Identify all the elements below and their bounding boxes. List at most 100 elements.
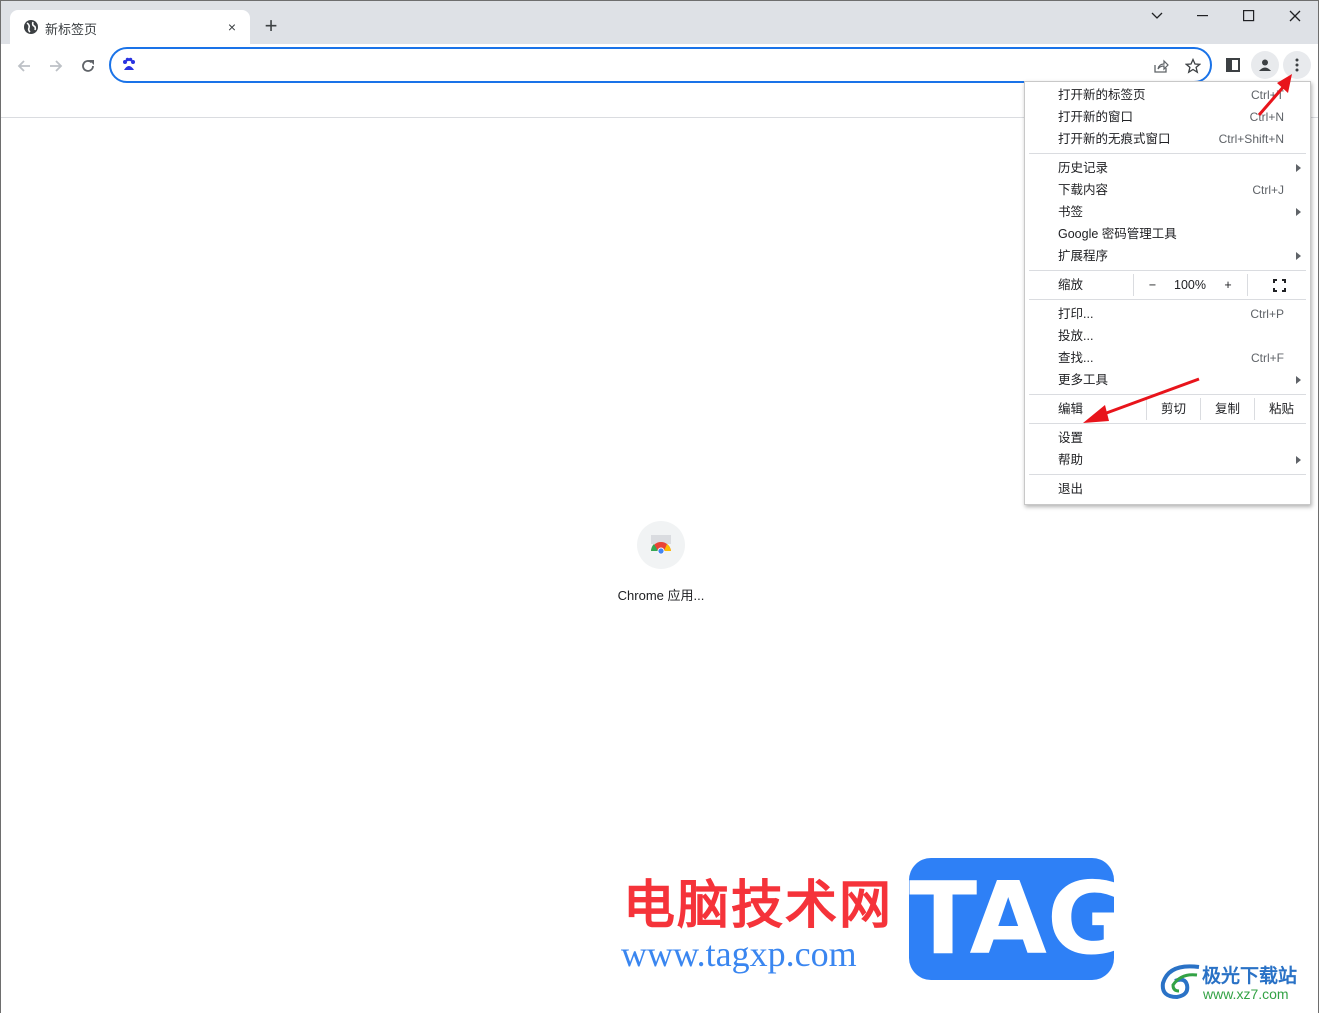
menu-item-shortcut: Ctrl+F [1251, 351, 1284, 365]
menu-item-print[interactable]: 打印... Ctrl+P [1025, 303, 1310, 325]
menu-item-extensions[interactable]: 扩展程序 [1025, 245, 1310, 267]
xz7-url: www.xz7.com [1203, 986, 1289, 1002]
back-button[interactable] [10, 52, 38, 80]
tab-close-button[interactable]: × [222, 17, 242, 37]
menu-separator [1029, 474, 1306, 475]
cut-button[interactable]: 剪切 [1146, 398, 1200, 420]
close-window-button[interactable] [1272, 1, 1318, 31]
side-panel-button[interactable] [1219, 51, 1247, 79]
watermark-site-url: www.tagxp.com [621, 934, 857, 974]
menu-item-shortcut: Ctrl+J [1252, 183, 1284, 197]
edit-row: 编辑 剪切 复制 粘贴 [1025, 398, 1310, 420]
menu-item-label: 打开新的窗口 [1058, 110, 1134, 124]
zoom-in-button[interactable]: + [1209, 274, 1247, 296]
menu-item-label: 退出 [1058, 482, 1084, 496]
tab-title: 新标签页 [45, 22, 98, 37]
close-icon [1289, 10, 1301, 22]
xz7-name: 极光下载站 [1202, 966, 1298, 987]
reload-button[interactable] [74, 52, 102, 80]
submenu-arrow-icon [1296, 208, 1301, 216]
chrome-web-store-icon [651, 535, 671, 555]
chrome-menu-button[interactable] [1283, 51, 1311, 79]
chevron-down-icon [1151, 12, 1163, 19]
menu-item-password-manager[interactable]: Google 密码管理工具 [1025, 223, 1310, 245]
menu-item-downloads[interactable]: 下载内容 Ctrl+J [1025, 179, 1310, 201]
menu-item-shortcut: Ctrl+Shift+N [1218, 132, 1284, 146]
menu-item-label: 下载内容 [1058, 183, 1109, 197]
share-button[interactable] [1151, 56, 1171, 76]
menu-item-help[interactable]: 帮助 [1025, 449, 1310, 471]
profile-button[interactable] [1251, 51, 1279, 79]
menu-item-label: 书签 [1058, 205, 1084, 219]
arrow-left-icon [17, 60, 30, 72]
globe-icon [24, 20, 38, 34]
menu-item-label: 查找... [1058, 351, 1094, 365]
menu-item-label: 历史记录 [1058, 161, 1109, 175]
menu-item-label: 帮助 [1058, 453, 1084, 467]
menu-item-new-incognito-window[interactable]: 打开新的无痕式窗口 Ctrl+Shift+N [1025, 128, 1310, 150]
toolbar [1, 44, 1318, 86]
menu-item-new-tab[interactable]: 打开新的标签页 Ctrl+T [1025, 84, 1310, 106]
address-bar[interactable] [109, 47, 1212, 83]
xz7-watermark: 极光下载站 www.xz7.com [1159, 959, 1314, 1004]
menu-item-more-tools[interactable]: 更多工具 [1025, 369, 1310, 391]
menu-item-cast[interactable]: 投放... [1025, 325, 1310, 347]
menu-item-history[interactable]: 历史记录 [1025, 157, 1310, 179]
menu-item-label: 打开新的标签页 [1058, 88, 1146, 102]
new-tab-button[interactable]: + [259, 13, 283, 38]
menu-item-label: 设置 [1058, 431, 1084, 445]
share-icon [1154, 59, 1169, 73]
side-panel-icon [1226, 58, 1240, 72]
submenu-arrow-icon [1296, 164, 1301, 172]
maximize-button[interactable] [1226, 1, 1272, 31]
menu-item-bookmarks[interactable]: 书签 [1025, 201, 1310, 223]
forward-button[interactable] [42, 52, 70, 80]
menu-separator [1029, 270, 1306, 271]
menu-item-label: 扩展程序 [1058, 249, 1109, 263]
menu-separator [1029, 153, 1306, 154]
menu-item-settings[interactable]: 设置 [1025, 427, 1310, 449]
watermark-tag-logo: TAG [909, 858, 1129, 980]
menu-separator [1029, 299, 1306, 300]
star-icon [1185, 58, 1201, 74]
more-vert-icon [1295, 58, 1299, 72]
copy-button[interactable]: 复制 [1200, 398, 1254, 420]
menu-item-find[interactable]: 查找... Ctrl+F [1025, 347, 1310, 369]
baidu-paw-icon [123, 57, 135, 70]
avatar-icon [1259, 59, 1271, 71]
menu-item-shortcut: Ctrl+T [1251, 88, 1284, 102]
address-input[interactable] [145, 53, 1125, 77]
fullscreen-icon [1272, 278, 1286, 292]
zoom-row: 缩放 − 100% + [1025, 274, 1310, 296]
menu-separator [1029, 423, 1306, 424]
submenu-arrow-icon [1296, 456, 1301, 464]
fullscreen-button[interactable] [1247, 274, 1310, 296]
paste-button[interactable]: 粘贴 [1254, 398, 1308, 420]
menu-item-label: 更多工具 [1058, 373, 1109, 387]
xz7-logo-icon [1160, 964, 1200, 1000]
submenu-arrow-icon [1296, 252, 1301, 260]
menu-separator [1029, 394, 1306, 395]
shortcut-icon-circle [637, 521, 685, 569]
minimize-button[interactable] [1180, 1, 1226, 31]
reload-icon [82, 60, 94, 72]
menu-item-label: 投放... [1058, 329, 1094, 343]
minimize-icon [1197, 15, 1208, 17]
zoom-out-button[interactable]: − [1133, 274, 1171, 296]
chrome-menu: 打开新的标签页 Ctrl+T 打开新的窗口 Ctrl+N 打开新的无痕式窗口 Ctrl… [1024, 81, 1311, 505]
title-bar: 新标签页 × + [1, 1, 1318, 44]
menu-item-label: Google 密码管理工具 [1058, 227, 1177, 241]
menu-item-label: 打开新的无痕式窗口 [1058, 132, 1171, 146]
tab-search-button[interactable] [1134, 1, 1180, 31]
tab-new-tab[interactable]: 新标签页 × [10, 10, 250, 44]
menu-item-shortcut: Ctrl+N [1249, 110, 1284, 124]
menu-item-shortcut: Ctrl+P [1250, 307, 1284, 321]
menu-item-exit[interactable]: 退出 [1025, 478, 1310, 500]
arrow-right-icon [50, 60, 63, 72]
zoom-value: 100% [1174, 278, 1206, 292]
bookmark-star-button[interactable] [1183, 56, 1203, 76]
edit-label: 编辑 [1058, 402, 1084, 416]
shortcut-chrome-apps[interactable]: Chrome 应用... [599, 521, 723, 604]
menu-item-new-window[interactable]: 打开新的窗口 Ctrl+N [1025, 106, 1310, 128]
zoom-label: 缩放 [1058, 278, 1084, 292]
